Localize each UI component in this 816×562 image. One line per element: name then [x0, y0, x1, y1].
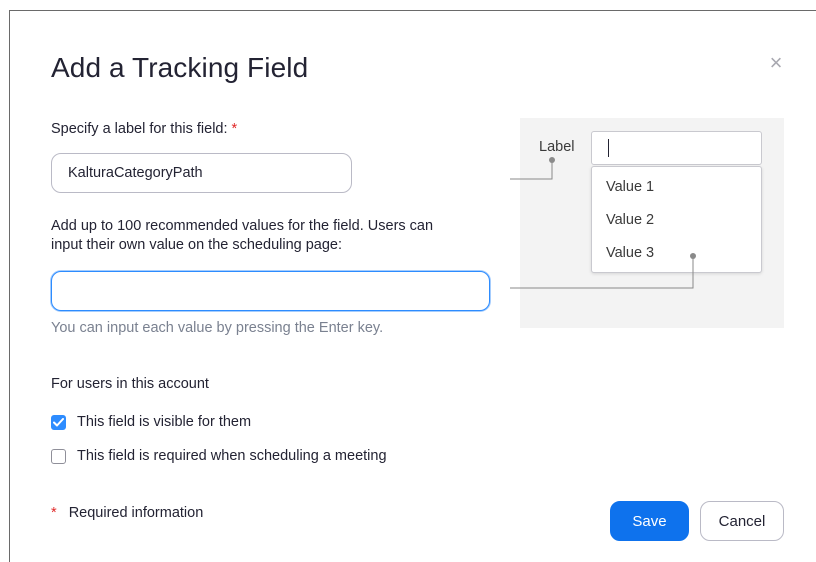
label-field-prompt-text: Specify a label for this field: — [51, 121, 228, 137]
required-checkbox[interactable] — [51, 448, 66, 464]
preview-option: Value 3 — [606, 245, 655, 261]
dialog-title: Add a Tracking Field — [51, 52, 309, 83]
required-marker: * — [51, 505, 57, 521]
preview-option: Value 1 — [606, 179, 655, 195]
save-button[interactable]: Save — [610, 501, 689, 541]
check-icon — [53, 417, 64, 426]
label-input[interactable] — [51, 153, 352, 193]
values-input[interactable] — [51, 271, 490, 311]
account-section-title: For users in this account — [51, 376, 209, 392]
visible-checkbox-label: This field is visible for them — [77, 414, 252, 430]
values-field-prompt-line2: input their own value on the scheduling … — [51, 237, 343, 253]
label-field-prompt: Specify a label for this field: * — [51, 121, 237, 137]
required-info-text: Required information — [68, 505, 204, 521]
values-field-prompt-line1: Add up to 100 recommended values for the… — [51, 218, 434, 234]
required-checkbox-label: This field is required when scheduling a… — [77, 448, 387, 464]
required-info-note: * Required information — [51, 505, 203, 521]
required-marker: * — [231, 121, 238, 137]
preview-text-caret — [608, 139, 609, 157]
preview-label: Label — [539, 139, 575, 155]
close-icon[interactable]: × — [765, 52, 787, 74]
window-frame-top — [9, 10, 816, 11]
required-checkbox-row[interactable]: This field is required when scheduling a… — [51, 448, 387, 464]
values-hint: You can input each value by pressing the… — [51, 320, 384, 336]
preview-dropdown: Value 1 Value 2 Value 3 — [591, 166, 762, 273]
visible-checkbox[interactable] — [51, 414, 66, 430]
visible-checkbox-row[interactable]: This field is visible for them — [51, 414, 251, 430]
cancel-button[interactable]: Cancel — [700, 501, 784, 541]
window-frame-left — [9, 10, 10, 562]
preview-option: Value 2 — [606, 212, 655, 228]
preview-input — [591, 131, 762, 165]
values-field-prompt: Add up to 100 recommended values for the… — [51, 217, 433, 255]
